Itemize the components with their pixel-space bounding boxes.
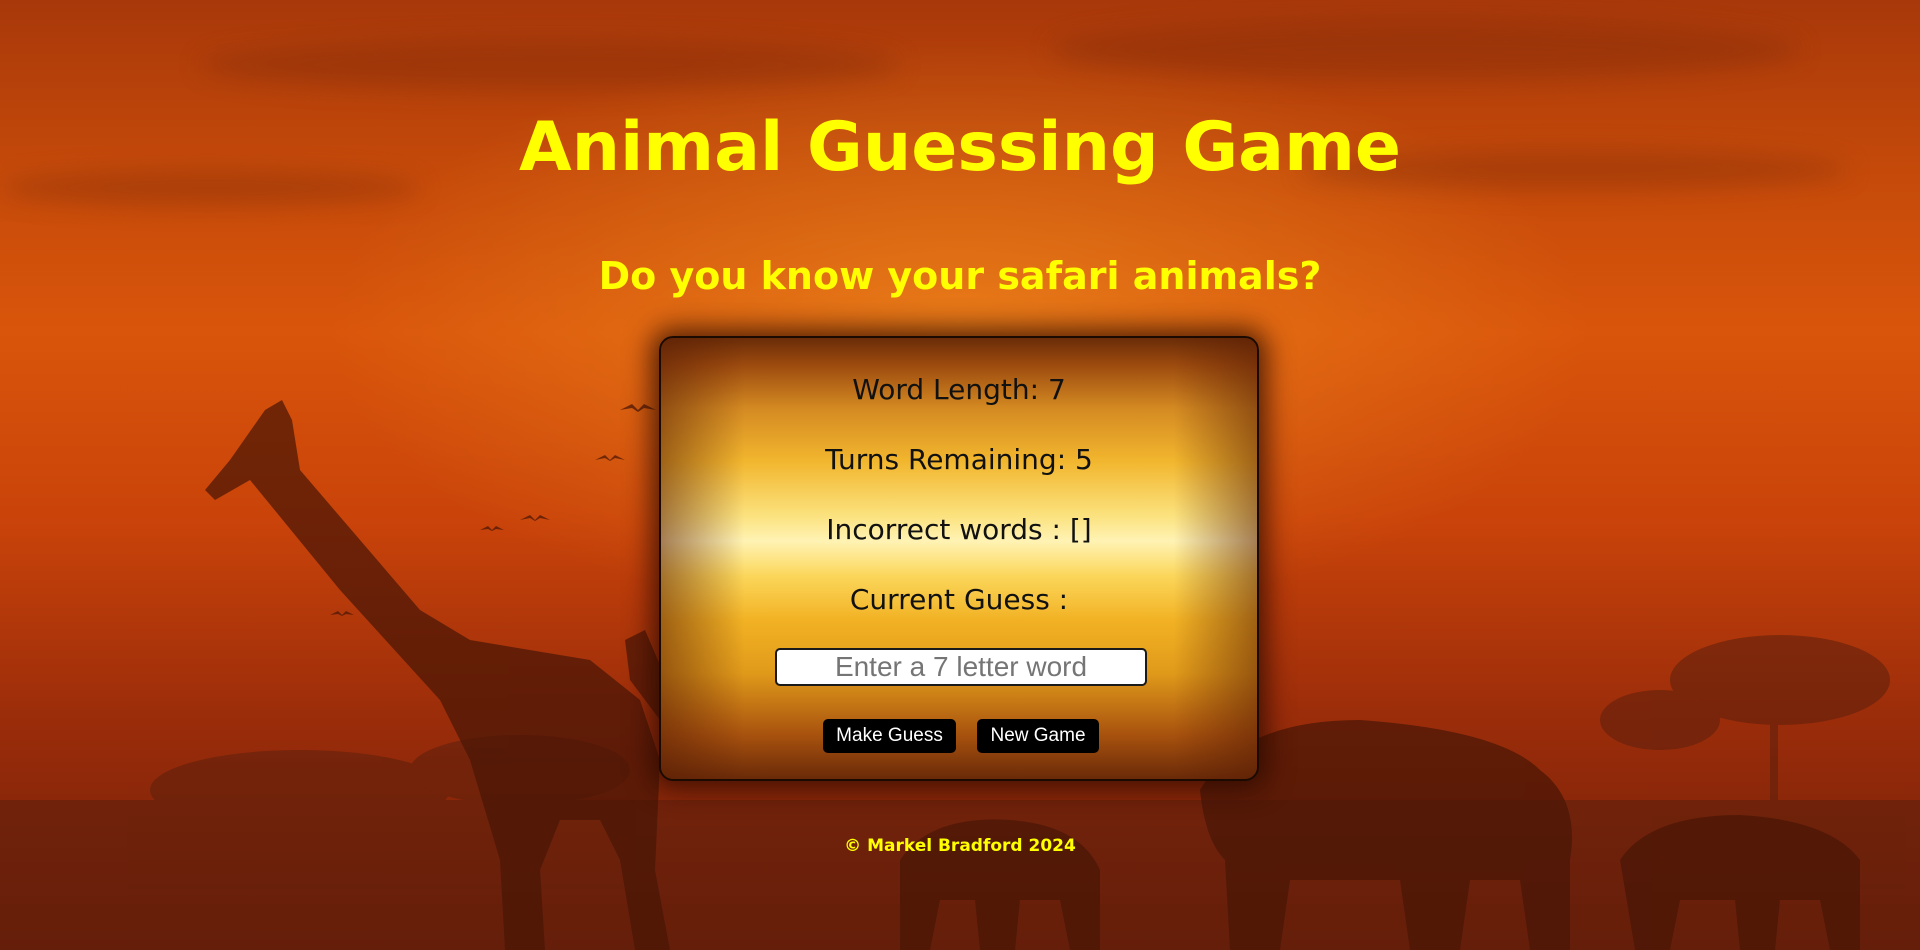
copyright-footer: © Markel Bradford 2024 [844, 836, 1076, 856]
make-guess-button[interactable]: Make Guess [823, 719, 956, 753]
game-card: Word Length: 7 Turns Remaining: 5 Incorr… [659, 336, 1259, 781]
guess-input[interactable] [775, 648, 1147, 686]
page-subtitle: Do you know your safari animals? [598, 254, 1322, 298]
page-title: Animal Guessing Game [518, 108, 1402, 187]
current-guess-text: Current Guess : [849, 583, 1069, 616]
new-game-button[interactable]: New Game [977, 719, 1099, 753]
word-length-text: Word Length: 7 [852, 373, 1066, 406]
incorrect-words-text: Incorrect words : [] [826, 513, 1092, 546]
turns-remaining-text: Turns Remaining: 5 [825, 443, 1093, 476]
